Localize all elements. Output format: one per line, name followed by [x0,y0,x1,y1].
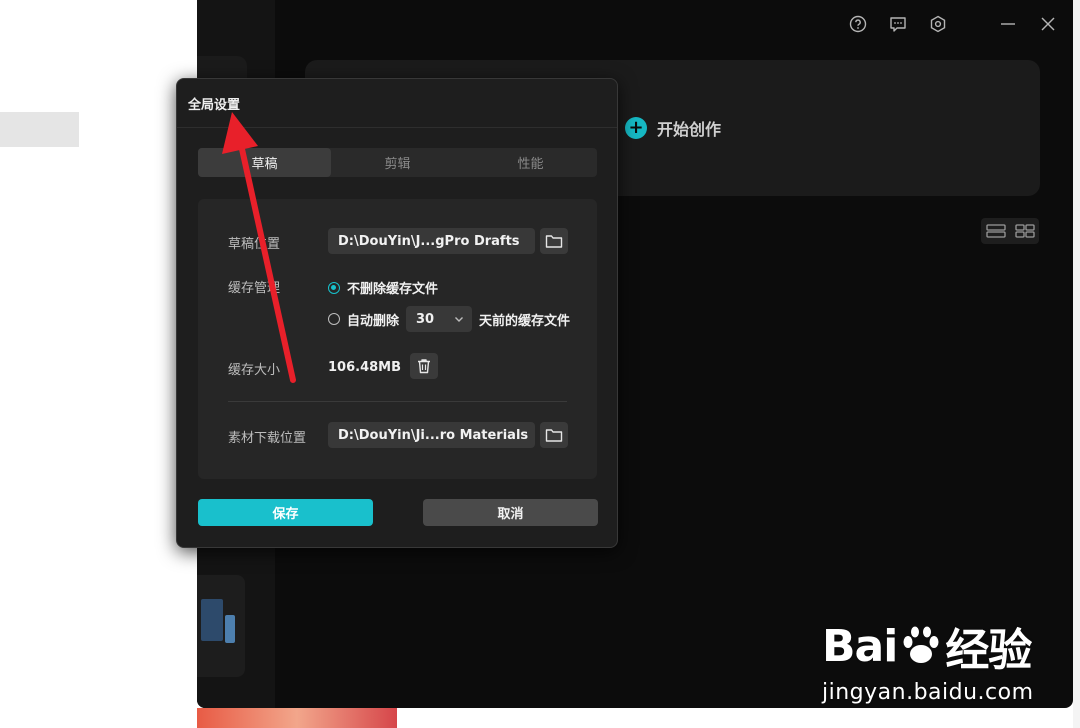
baidu-jingyan-watermark: Bai 经验 jingyan.baidu.com [822,614,1034,706]
view-toggle [981,218,1039,244]
trash-icon [418,359,430,374]
titlebar-icons [849,0,1073,48]
draft-folder-button[interactable] [540,228,568,254]
project-thumbnail[interactable] [197,575,245,677]
auto-delete-prefix: 自动删除 [347,313,400,329]
background-grey-strip [0,112,79,147]
days-select[interactable]: 30 [406,306,473,332]
radio-selected-icon [328,281,340,294]
feedback-icon[interactable] [889,15,907,33]
radio-keep-cache[interactable]: 不删除缓存文件 [328,278,438,297]
dialog-title: 全局设置 [188,97,241,113]
settings-icon[interactable] [929,15,947,33]
watermark-logo: Bai 经验 [822,614,1034,678]
tab-drafts[interactable]: 草稿 [198,148,331,177]
background-right-edge [1073,0,1080,728]
dialog-header: 全局设置 [177,79,617,128]
tab-editing[interactable]: 剪辑 [331,148,464,177]
settings-panel: 草稿位置 D:\DouYin\J...gPro Drafts 缓存管理 不删除缓… [198,199,597,479]
help-icon[interactable] [849,15,867,33]
cache-management-label: 缓存管理 [228,281,281,296]
thumbnail-graphic [201,599,223,641]
tab-performance[interactable]: 性能 [464,148,597,177]
material-location-field[interactable]: D:\DouYin\Ji...ro Materials [328,422,535,448]
minimize-icon[interactable] [999,15,1017,33]
days-value: 30 [416,311,435,327]
draft-location-field[interactable]: D:\DouYin\J...gPro Drafts [328,228,535,254]
folder-icon [545,235,563,248]
save-button[interactable]: 保存 [198,499,373,526]
divider [228,401,567,402]
background-page-strip [197,708,1080,728]
radio-unselected-icon [328,313,340,325]
plus-icon: + [625,117,647,139]
global-settings-dialog: 全局设置 草稿 剪辑 性能 草稿位置 D:\DouYin\J...gPro Dr… [176,78,618,548]
watermark-url: jingyan.baidu.com [822,680,1034,705]
cancel-button[interactable]: 取消 [423,499,598,526]
start-creating-button[interactable]: + 开始创作 [625,116,721,140]
list-view-icon[interactable] [981,218,1010,244]
paw-icon [899,626,943,666]
start-creating-label: 开始创作 [657,120,722,139]
cache-size-label: 缓存大小 [228,363,281,378]
chevron-down-icon [455,317,464,322]
radio-keep-cache-label: 不删除缓存文件 [347,282,439,297]
grid-view-icon[interactable] [1010,218,1039,244]
folder-icon [545,429,563,442]
material-location-label: 素材下载位置 [228,431,307,446]
background-image [197,708,397,728]
thumbnail-graphic-2 [225,615,235,643]
auto-delete-suffix: 天前的缓存文件 [479,313,571,329]
watermark-logo-text: Bai [822,620,898,672]
close-icon[interactable] [1039,15,1057,33]
radio-auto-delete[interactable]: 自动删除 30 天前的缓存文件 [328,306,570,332]
watermark-logo-text-2: 经验 [945,625,1032,676]
cache-size-value: 106.48MB [328,360,402,375]
clear-cache-button[interactable] [410,353,438,379]
material-folder-button[interactable] [540,422,568,448]
settings-tabs: 草稿 剪辑 性能 [198,148,597,177]
draft-location-label: 草稿位置 [228,237,281,252]
